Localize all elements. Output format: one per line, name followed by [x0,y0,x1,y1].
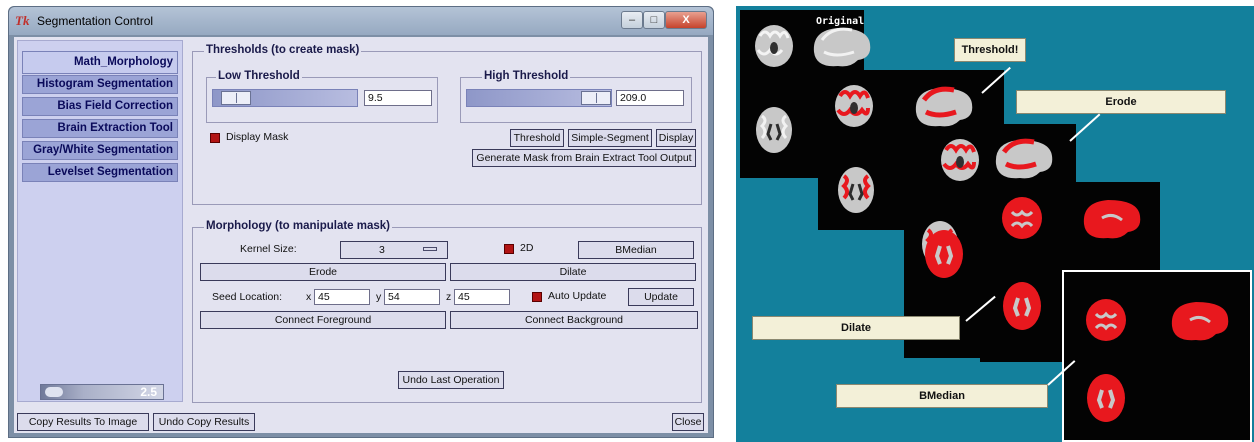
kernel-size-menubutton[interactable]: 3 [340,241,448,259]
display-mask-checkbox[interactable] [210,133,220,143]
window-client-area: Math_Morphology Histogram Segmentation B… [14,37,708,433]
undo-last-operation-button[interactable]: Undo Last Operation [398,371,504,389]
erode-coronal-slice [939,137,981,183]
original-axial-slice [754,105,794,155]
threshold-coronal-slice [833,83,875,129]
figure-dilate-label: Dilate [752,316,960,340]
twod-checkbox[interactable] [504,244,514,254]
tab-brain-extraction-tool[interactable]: Brain Extraction Tool [22,119,178,138]
dilate-button[interactable]: Dilate [450,263,696,281]
low-threshold-title: Low Threshold [216,70,302,82]
morphology-title: Morphology (to manipulate mask) [204,220,393,232]
original-coronal-slice [753,23,795,69]
update-button[interactable]: Update [628,288,694,306]
zoom-slider-knob[interactable] [45,387,63,397]
seed-z-field[interactable]: 45 [454,289,510,305]
display-mask-label: Display Mask [226,131,289,143]
seed-y-field[interactable]: 54 [384,289,440,305]
figure-threshold-label: Threshold! [954,38,1026,62]
segmentation-control-window: Tk Segmentation Control – □ X Math_Morph… [8,6,714,438]
erode-button[interactable]: Erode [200,263,446,281]
dilate-axial-slice-a [923,228,965,280]
window-title: Segmentation Control [37,14,154,28]
dilate-axial-slice-b [1001,280,1043,332]
low-threshold-slider[interactable] [212,89,358,107]
menubutton-indicator-icon [423,247,437,251]
minimize-button[interactable]: – [621,11,643,29]
seed-x-field[interactable]: 45 [314,289,370,305]
zoom-slider[interactable]: 2.5 [40,384,164,400]
tab-math-morphology[interactable]: Math_Morphology [22,51,178,74]
threshold-sagittal-slice [916,88,972,126]
auto-update-label: Auto Update [548,290,607,302]
close-button[interactable]: Close [672,413,704,431]
brain-slices [753,23,1230,424]
bmedian-sagittal-slice [1170,300,1230,342]
tab-bias-field-correction[interactable]: Bias Field Correction [22,97,178,116]
undo-copy-results-button[interactable]: Undo Copy Results [153,413,255,431]
auto-update-checkbox[interactable] [532,292,542,302]
zoom-value: 2.5 [140,385,157,399]
bmedian-coronal-slice [1084,297,1128,343]
copy-results-button[interactable]: Copy Results To Image [17,413,149,431]
close-window-button[interactable]: X [665,11,707,29]
seed-y-label: y [376,291,382,303]
kernel-size-value: 3 [379,244,385,256]
dilate-coronal-slice [1000,195,1044,241]
segmentation-figure: Original Threshold! Erode Dilate BMedian [736,6,1254,442]
generate-mask-button[interactable]: Generate Mask from Brain Extract Tool Ou… [472,149,696,167]
high-threshold-title: High Threshold [482,70,571,82]
threshold-button[interactable]: Threshold [510,129,564,147]
seed-z-label: z [446,291,452,303]
seed-x-label: x [306,291,312,303]
tk-logo-icon: Tk [15,13,30,28]
display-button[interactable]: Display [656,129,696,147]
title-bar[interactable]: Tk Segmentation Control – □ X [9,7,713,35]
thresholds-title: Thresholds (to create mask) [204,44,362,56]
maximize-button[interactable]: □ [643,11,665,29]
tab-gray-white-segmentation[interactable]: Gray/White Segmentation [22,141,178,160]
threshold-axial-slice [836,165,876,215]
figure-bmedian-label: BMedian [836,384,1048,408]
connect-foreground-button[interactable]: Connect Foreground [200,311,446,329]
dilate-sagittal-slice [1082,198,1142,240]
sidebar: Math_Morphology Histogram Segmentation B… [17,40,183,402]
tab-histogram-segmentation[interactable]: Histogram Segmentation [22,75,178,94]
figure-erode-label: Erode [1016,90,1226,114]
low-threshold-value[interactable]: 9.5 [364,90,432,106]
erode-sagittal-slice [996,140,1052,178]
bmedian-button[interactable]: BMedian [578,241,694,259]
high-threshold-value[interactable]: 209.0 [616,90,684,106]
simple-segment-button[interactable]: Simple-Segment [568,129,652,147]
bmedian-axial-slice [1085,372,1127,424]
high-threshold-knob[interactable] [581,91,611,105]
seed-location-label: Seed Location: [212,291,283,303]
original-sagittal-slice [812,26,872,68]
twod-label: 2D [520,242,534,254]
kernel-size-label: Kernel Size: [240,243,297,255]
high-threshold-slider[interactable] [466,89,612,107]
low-threshold-knob[interactable] [221,91,251,105]
connect-background-button[interactable]: Connect Background [450,311,698,329]
tab-levelset-segmentation[interactable]: Levelset Segmentation [22,163,178,182]
